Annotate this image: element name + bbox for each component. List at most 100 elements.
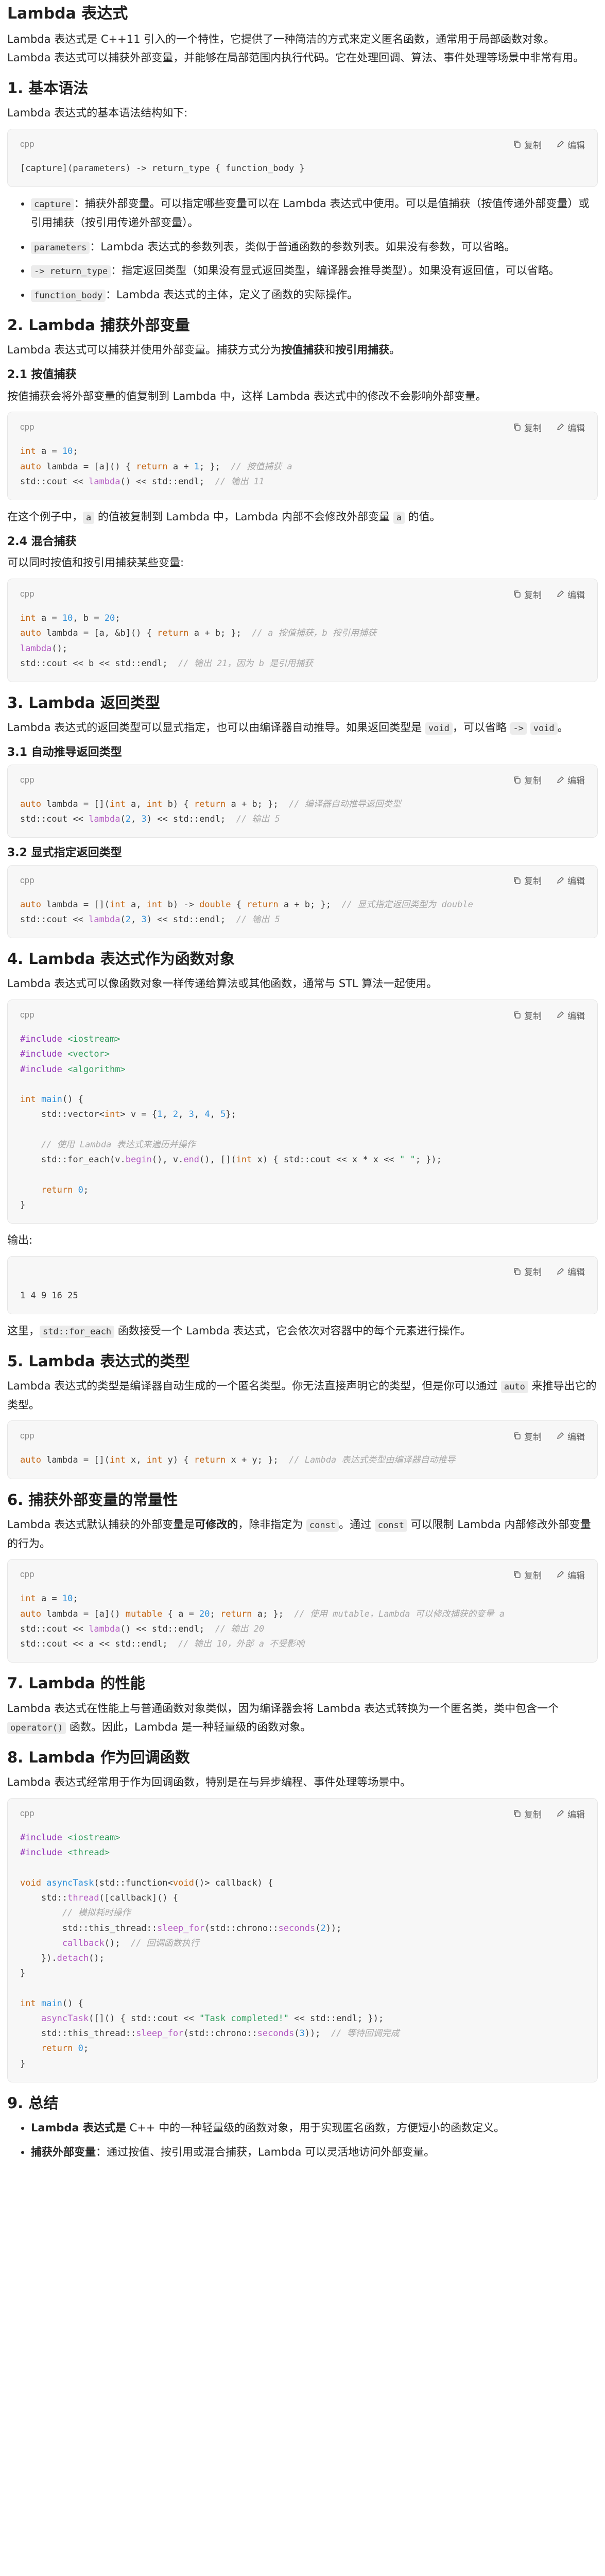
copy-button[interactable]: 复制 <box>513 1009 542 1022</box>
code-content: int a = 10; auto lambda = [a]() { return… <box>20 446 292 487</box>
edit-icon <box>557 1571 564 1578</box>
copy-icon <box>514 776 521 784</box>
section-1-desc: Lambda 表达式的基本语法结构如下: <box>7 107 188 120</box>
copy-icon <box>514 1571 521 1579</box>
copy-icon <box>514 423 521 431</box>
section-5-desc: Lambda 表达式的类型是编译器自动生成的一个匿名类型。你无法直接声明它的类型… <box>7 1379 597 1411</box>
syntax-parts-list: capture：捕获外部变量。可以指定哪些变量可以在 Lambda 表达式中使用… <box>7 194 598 304</box>
code-content: auto lambda = [](int x, int y) { return … <box>20 1455 456 1466</box>
edit-button[interactable]: 编辑 <box>556 1265 585 1278</box>
list-item: Lambda 表达式是 C++ 中的一种轻量级的函数对象，用于实现匿名函数，方便… <box>31 2119 598 2138</box>
edit-icon <box>557 423 564 431</box>
code-block-callback: cpp 复制 编辑 #include <iostream> #include <… <box>7 1798 598 2082</box>
code-language-label: cpp <box>20 774 34 785</box>
document: Lambda 表达式 Lambda 表达式是 C++11 引入的一个特性，它提供… <box>0 4 605 2162</box>
code-language-label: cpp <box>20 139 34 149</box>
list-item: parameters：Lambda 表达式的参数列表，类似于普通函数的参数列表。… <box>31 238 598 257</box>
edit-icon <box>557 1011 564 1019</box>
output-label: 输出: <box>7 1234 33 1246</box>
code-content: int a = 10; auto lambda = [a]() mutable … <box>20 1594 505 1650</box>
edit-button[interactable]: 编辑 <box>556 773 585 786</box>
subsection-2-1-heading: 2.1 按值捕获 <box>7 368 77 381</box>
edit-button[interactable]: 编辑 <box>556 1430 585 1443</box>
code-block-function-object: cpp 复制 编辑 #include <iostream> #include <… <box>7 999 598 1224</box>
edit-button[interactable]: 编辑 <box>556 588 585 601</box>
edit-button[interactable]: 编辑 <box>556 421 585 434</box>
code-content: int a = 10, b = 20; auto lambda = [a, &b… <box>20 613 377 669</box>
edit-icon <box>557 1810 564 1817</box>
copy-button[interactable]: 复制 <box>513 588 542 601</box>
section-4-desc: Lambda 表达式可以像函数对象一样传递给算法或其他函数，通常与 STL 算法… <box>7 977 438 990</box>
edit-icon <box>557 1432 564 1439</box>
edit-button[interactable]: 编辑 <box>556 1807 585 1820</box>
list-item: 捕获外部变量：通过按值、按引用或混合捕获，Lambda 可以灵活地访问外部变量。 <box>31 2143 598 2162</box>
section-8-heading: 8. Lambda 作为回调函数 <box>7 1749 190 1767</box>
subsection-2-4-heading: 2.4 混合捕获 <box>7 535 77 548</box>
list-item: capture：捕获外部变量。可以指定哪些变量可以在 Lambda 表达式中使用… <box>31 194 598 232</box>
edit-button[interactable]: 编辑 <box>556 1009 585 1022</box>
section-4-explanation: 这里， std::for_each 函数接受一个 Lambda 表达式，它会依次对… <box>7 1324 471 1338</box>
copy-icon <box>514 590 521 598</box>
code-block-mutable: cpp 复制 编辑 int a = 10; auto lambda = [a](… <box>7 1559 598 1663</box>
code-language-label: cpp <box>20 1010 34 1020</box>
section-3-heading: 3. Lambda 返回类型 <box>7 694 160 712</box>
subsection-3-2-heading: 3.2 显式指定返回类型 <box>7 846 122 860</box>
edit-icon <box>557 590 564 598</box>
code-language-label: cpp <box>20 1431 34 1441</box>
code-content: #include <iostream> #include <vector> #i… <box>20 1034 442 1210</box>
code-language-label: cpp <box>20 422 34 432</box>
subsection-2-4-desc: 可以同时按值和按引用捕获某些变量: <box>7 556 184 569</box>
copy-button[interactable]: 复制 <box>513 1430 542 1443</box>
copy-icon <box>514 1810 521 1817</box>
copy-button[interactable]: 复制 <box>513 1568 542 1581</box>
code-block-mixed-capture: cpp 复制 编辑 int a = 10, b = 20; auto lambd… <box>7 579 598 683</box>
copy-icon <box>514 1268 521 1275</box>
code-content: auto lambda = [](int a, int b) { return … <box>20 799 401 824</box>
code-block-output: 复制 编辑 1 4 9 16 25 <box>7 1256 598 1314</box>
code-language-label: cpp <box>20 1569 34 1580</box>
code-content: auto lambda = [](int a, int b) -> double… <box>20 899 473 925</box>
code-content: #include <iostream> #include <thread> vo… <box>20 1833 400 2069</box>
copy-button[interactable]: 复制 <box>513 421 542 434</box>
list-item: function_body：Lambda 表达式的主体，定义了函数的实际操作。 <box>31 285 598 304</box>
edit-button[interactable]: 编辑 <box>556 1568 585 1581</box>
copy-button[interactable]: 复制 <box>513 874 542 887</box>
output-content: 1 4 9 16 25 <box>20 1290 78 1301</box>
code-language-label: cpp <box>20 875 34 885</box>
copy-button[interactable]: 复制 <box>513 773 542 786</box>
subsection-2-1-explanation: 在这个例子中， a 的值被复制到 Lambda 中，Lambda 内部不会修改外部… <box>7 511 441 524</box>
code-language-label: cpp <box>20 1808 34 1819</box>
copy-button[interactable]: 复制 <box>513 1265 542 1278</box>
edit-icon <box>557 876 564 884</box>
code-block-syntax: cpp 复制 编辑 [capture](parameters) -> retur… <box>7 129 598 188</box>
section-6-desc: Lambda 表达式默认捕获的外部变量是可修改的，除非指定为 const 。通过 … <box>7 1518 591 1550</box>
section-3-desc: Lambda 表达式的返回类型可以显式指定，也可以由编译器自动推导。如果返回类型… <box>7 721 568 735</box>
page-title: Lambda 表达式 <box>7 5 128 23</box>
edit-button[interactable]: 编辑 <box>556 138 585 151</box>
code-content: [capture](parameters) -> return_type { f… <box>20 163 305 174</box>
list-item: -> return_type：指定返回类型（如果没有显式返回类型，编译器会推导类… <box>31 261 598 280</box>
code-block-auto-return: cpp 复制 编辑 auto lambda = [](int a, int b)… <box>7 764 598 838</box>
code-language-label: cpp <box>20 589 34 599</box>
code-block-capture-by-value: cpp 复制 编辑 int a = 10; auto lambda = [a](… <box>7 412 598 501</box>
copy-icon <box>514 1011 521 1019</box>
copy-icon <box>514 1432 521 1440</box>
section-7-desc: Lambda 表达式在性能上与普通函数对象类似，因为编译器会将 Lambda 表… <box>7 1702 559 1735</box>
copy-icon <box>514 876 521 884</box>
section-7-heading: 7. Lambda 的性能 <box>7 1674 145 1692</box>
copy-button[interactable]: 复制 <box>513 1807 542 1820</box>
copy-button[interactable]: 复制 <box>513 138 542 151</box>
code-block-lambda-type: cpp 复制 编辑 auto lambda = [](int x, int y)… <box>7 1420 598 1479</box>
section-1-heading: 1. 基本语法 <box>7 79 89 97</box>
section-9-heading: 9. 总结 <box>7 2094 59 2112</box>
section-4-heading: 4. Lambda 表达式作为函数对象 <box>7 950 235 968</box>
edit-button[interactable]: 编辑 <box>556 874 585 887</box>
section-2-heading: 2. Lambda 捕获外部变量 <box>7 316 190 334</box>
subsection-3-1-heading: 3.1 自动推导返回类型 <box>7 746 122 759</box>
section-2-desc: Lambda 表达式可以捕获并使用外部变量。捕获方式分为按值捕获和按引用捕获。 <box>7 344 401 357</box>
edit-icon <box>557 776 564 783</box>
section-8-desc: Lambda 表达式经常用于作为回调函数，特别是在与异步编程、事件处理等场景中。 <box>7 1776 411 1789</box>
code-block-explicit-return: cpp 复制 编辑 auto lambda = [](int a, int b)… <box>7 865 598 939</box>
intro-paragraph: Lambda 表达式是 C++11 引入的一个特性，它提供了一种简洁的方式来定义… <box>7 32 584 64</box>
section-6-heading: 6. 捕获外部变量的常量性 <box>7 1490 178 1509</box>
